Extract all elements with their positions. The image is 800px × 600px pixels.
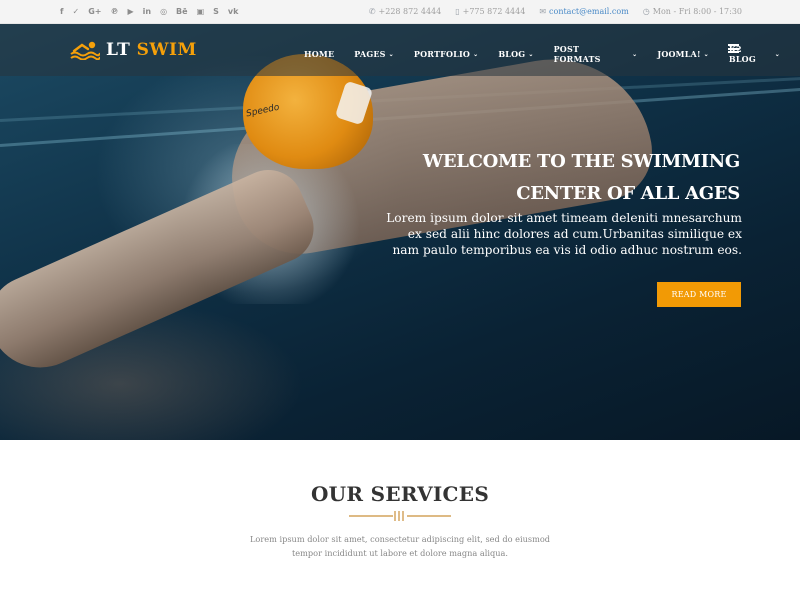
logo-word-2: SWIM <box>136 40 197 60</box>
skype-icon[interactable]: S <box>213 7 219 16</box>
vk-icon[interactable]: vk <box>228 7 239 16</box>
youtube-icon[interactable]: ▶ <box>127 7 133 16</box>
hero-title-line-2: CENTER OF ALL AGES <box>516 183 740 204</box>
menu-item-pages[interactable]: PAGES ⌄ <box>354 44 394 64</box>
facebook-icon[interactable]: f <box>60 7 63 16</box>
phone-icon: ✆ <box>368 7 376 16</box>
site-logo[interactable]: LT SWIM <box>70 40 197 60</box>
services-description: Lorem ipsum dolor sit amet, consectetur … <box>200 532 600 560</box>
services-title: OUR SERVICES <box>310 482 490 506</box>
menu-item-label: JOOMLA! <box>657 49 701 59</box>
title-divider <box>349 511 451 521</box>
read-more-button[interactable]: READ MORE <box>657 282 741 307</box>
phone-1-text: +228 872 4444 <box>378 7 442 16</box>
social-links: f ✓ G+ ℗ ▶ in ◎ Bē ▣ Svk <box>60 7 238 16</box>
envelope-icon: ✉ <box>539 7 547 16</box>
menu-item-home[interactable]: HOME <box>304 44 334 64</box>
menu-item-label: POST FORMATS <box>553 44 601 64</box>
pinterest-icon[interactable]: ℗ <box>110 7 118 16</box>
dribbble-icon[interactable]: ◎ <box>160 7 167 16</box>
clock-icon: ◷ <box>642 7 650 16</box>
chevron-down-icon: ⌄ <box>632 50 638 58</box>
main-header: LT SWIM HOME PAGES ⌄ PORTFOLIO ⌄ BLOG ⌄ POST FO… <box>0 24 800 76</box>
opening-hours: ◷ Mon - Fri 8:00 - 17:30 <box>643 7 742 16</box>
menu-item-label: PAGES <box>354 49 386 59</box>
hero-title-line-1: WELCOME TO THE SWIMMING <box>422 151 740 172</box>
mobile-icon: ▯ <box>455 7 460 16</box>
services-text-line-2: tempor incididunt ut labore et dolore ma… <box>292 548 508 558</box>
twitter-icon[interactable]: ✓ <box>72 7 79 16</box>
menu-item-blog[interactable]: BLOG ⌄ <box>498 44 533 64</box>
email-text: contact@email.com <box>549 7 629 16</box>
services-text-line-1: Lorem ipsum dolor sit amet, consectetur … <box>250 534 550 544</box>
menu-item-label: PORTFOLIO <box>413 49 471 59</box>
google-plus-icon[interactable]: G+ <box>88 7 101 16</box>
hamburger-menu-icon[interactable] <box>728 44 739 53</box>
phone-2-text: +775 872 4444 <box>462 7 526 16</box>
hours-text: Mon - Fri 8:00 - 17:30 <box>652 7 742 16</box>
hero-title: WELCOME TO THE SWIMMING CENTER OF ALL AG… <box>380 146 740 210</box>
linkedin-icon[interactable]: in <box>143 7 151 16</box>
behance-icon[interactable]: Bē <box>176 7 188 16</box>
hero-description: Lorem ipsum dolor sit amet timeam deleni… <box>386 211 742 257</box>
top-bar: f ✓ G+ ℗ ▶ in ◎ Bē ▣ Svk ✆ +228 872 4444 ▯ +775 8… <box>0 0 800 24</box>
email-link[interactable]: ✉ contact@email.com <box>539 7 628 16</box>
swimmer-logo-icon <box>70 41 100 60</box>
chevron-down-icon: ⌄ <box>473 50 479 58</box>
chevron-down-icon: ⌄ <box>703 50 709 58</box>
logo-text: LT SWIM <box>106 40 197 60</box>
main-menu: HOME PAGES ⌄ PORTFOLIO ⌄ BLOG ⌄ POST FORMATS ⌄ JO… <box>304 44 800 64</box>
menu-item-label: BLOG <box>498 49 526 59</box>
phone-2[interactable]: ▯ +775 872 4444 <box>455 7 525 16</box>
chevron-down-icon: ⌄ <box>774 50 780 58</box>
menu-item-joomla[interactable]: JOOMLA! ⌄ <box>657 44 709 64</box>
contact-info: ✆ +228 872 4444 ▯ +775 872 4444 ✉ contac… <box>369 7 742 16</box>
menu-item-portfolio[interactable]: PORTFOLIO ⌄ <box>414 44 478 64</box>
flickr-icon[interactable]: ▣ <box>197 7 205 16</box>
chevron-down-icon: ⌄ <box>388 50 394 58</box>
chevron-down-icon: ⌄ <box>528 50 534 58</box>
menu-item-label: HOME <box>304 49 335 59</box>
logo-word-1: LT <box>106 40 131 60</box>
phone-1[interactable]: ✆ +228 872 4444 <box>369 7 441 16</box>
menu-item-post-formats[interactable]: POST FORMATS ⌄ <box>554 44 638 64</box>
